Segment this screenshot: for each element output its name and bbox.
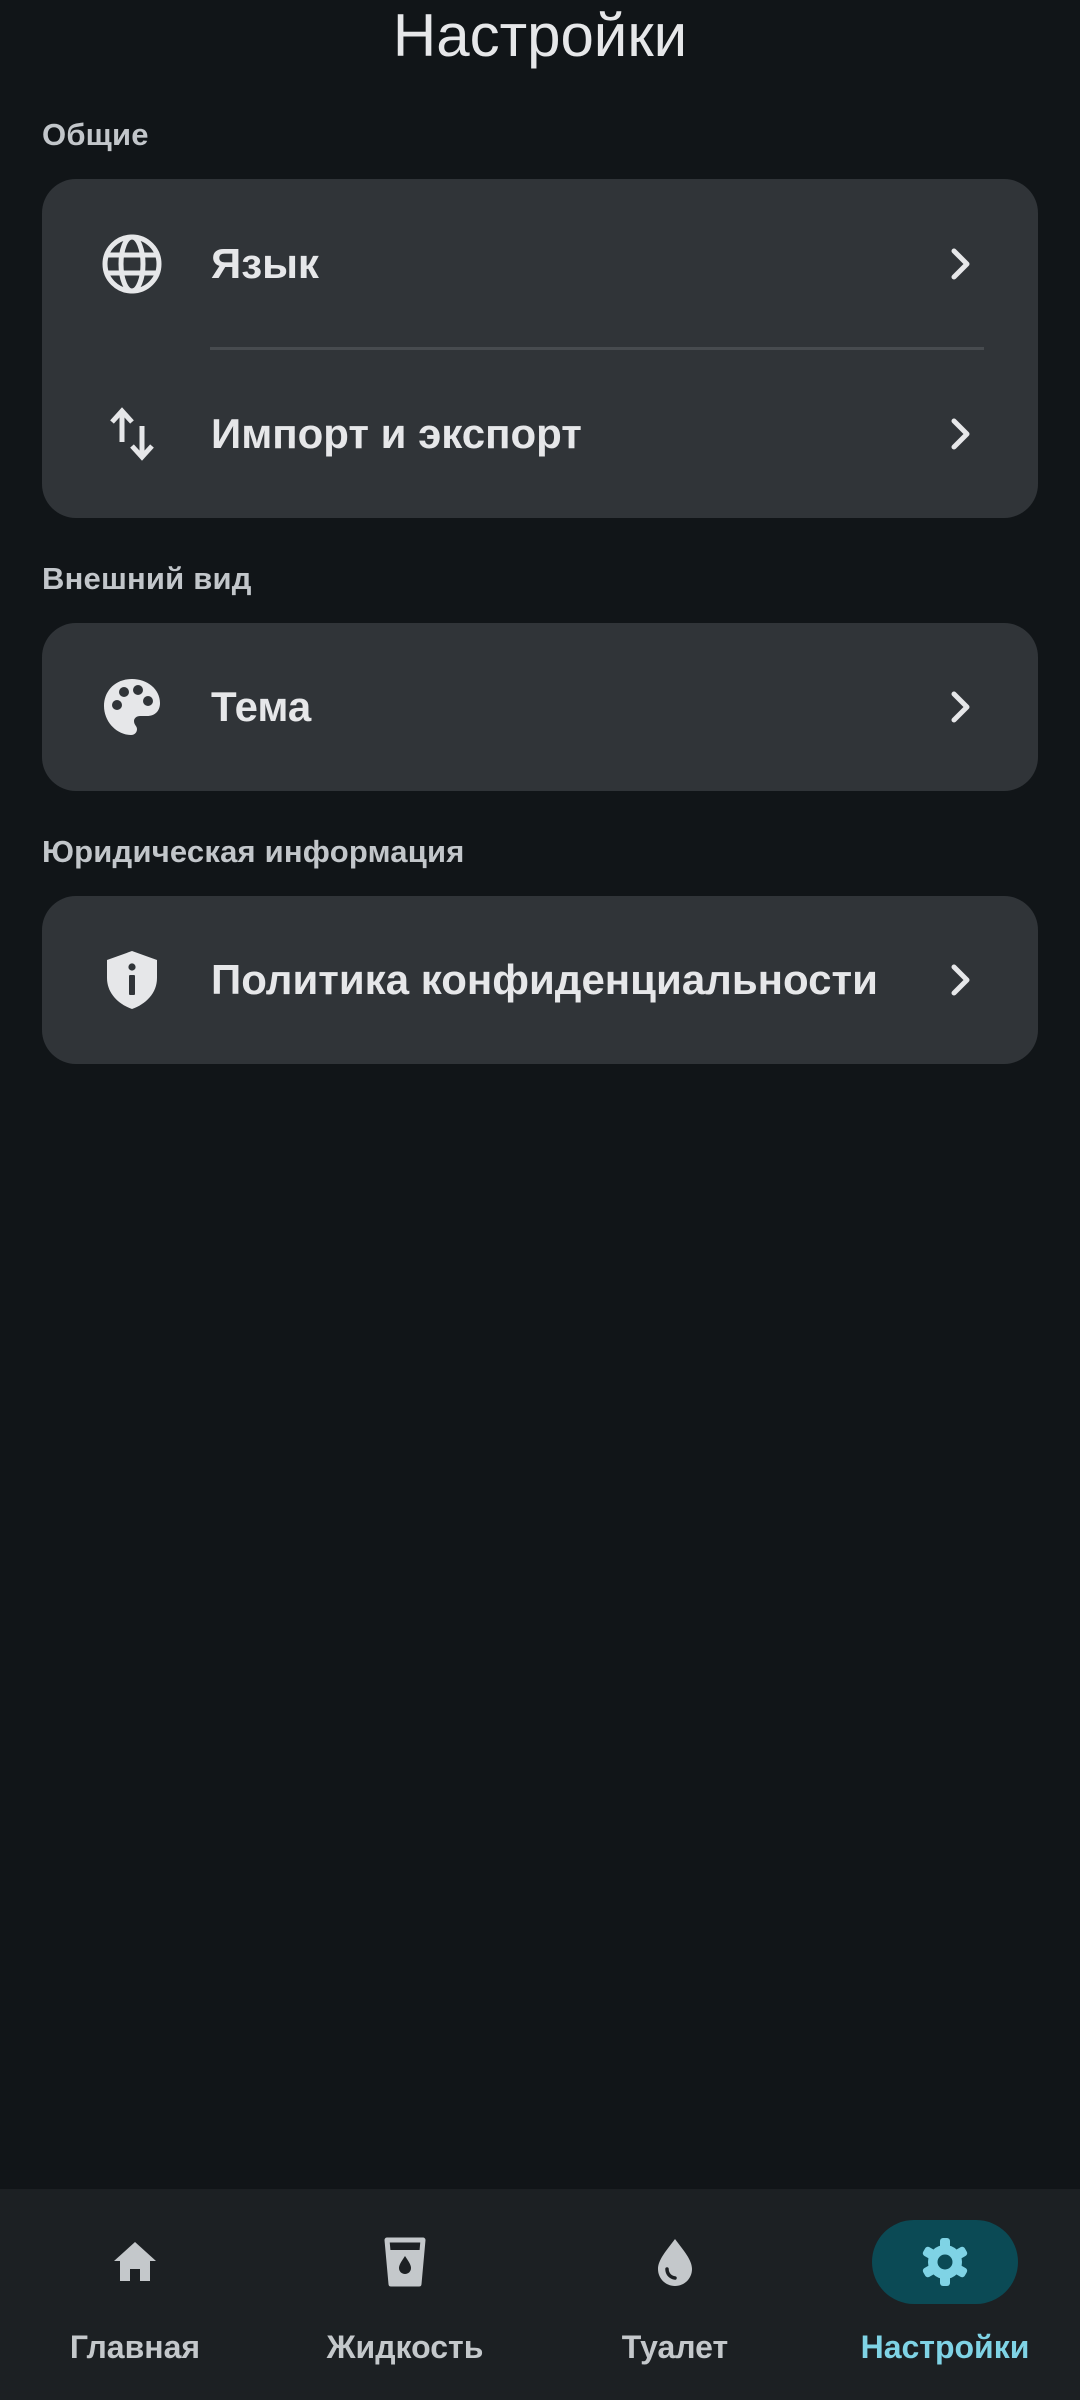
import-export-icon [100,402,164,466]
theme-label: Тема [211,683,312,730]
privacy-policy-label: Политика конфиденциальности [211,956,878,1003]
settings-screen: Настройки Общие Язык Импорт и экспорт Вн… [0,0,1080,2400]
shield-info-icon [100,948,164,1012]
nav-item-settings[interactable]: Настройки [810,2189,1080,2400]
drop-icon [649,2236,701,2288]
palette-icon [100,675,164,739]
chevron-right-icon [940,244,980,284]
gear-icon [919,2236,971,2288]
general-settings-card: Язык Импорт и экспорт [42,179,1038,518]
cup-icon [379,2236,431,2288]
nav-label-fluid: Жидкость [326,2329,484,2365]
section-title-appearance: Внешний вид [42,561,252,596]
language-label: Язык [211,240,319,287]
import-export-label: Импорт и экспорт [211,410,582,457]
legal-settings-card: Политика конфиденциальности [42,896,1038,1064]
language-row[interactable]: Язык [42,179,1038,349]
chevron-right-icon [940,414,980,454]
nav-item-fluid[interactable]: Жидкость [270,2189,540,2400]
section-title-legal: Юридическая информация [42,834,465,869]
nav-item-toilet[interactable]: Туалет [540,2189,810,2400]
nav-label-home: Главная [69,2329,201,2365]
globe-icon [100,232,164,296]
nav-label-settings: Настройки [860,2329,1030,2365]
home-icon [109,2236,161,2288]
section-title-general: Общие [42,117,149,152]
nav-item-home[interactable]: Главная [0,2189,270,2400]
chevron-right-icon [940,960,980,1000]
page-title: Настройки [392,2,688,69]
appearance-settings-card: Тема [42,623,1038,791]
theme-row[interactable]: Тема [42,623,1038,791]
chevron-right-icon [940,687,980,727]
nav-label-toilet: Туалет [621,2329,729,2365]
bottom-navigation: Главная Жидкость Туалет Настройки [0,2189,1080,2400]
privacy-policy-row[interactable]: Политика конфиденциальности [42,896,1038,1064]
import-export-row[interactable]: Импорт и экспорт [42,349,1038,518]
